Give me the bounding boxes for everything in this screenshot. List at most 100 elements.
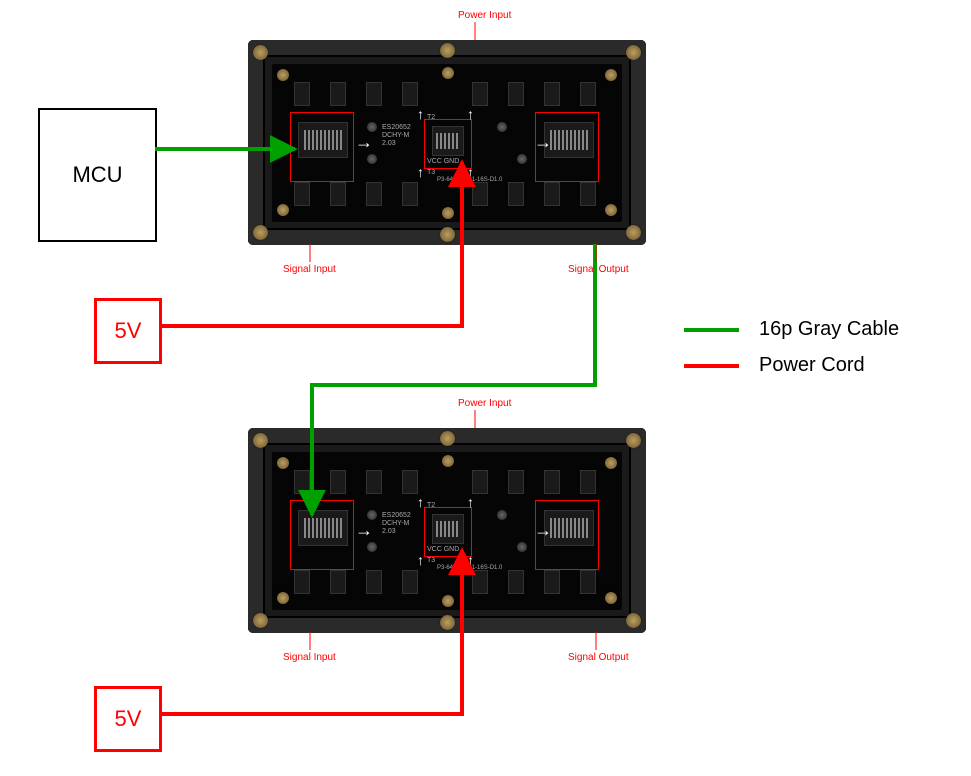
pcb-label-t2: T2 (427, 502, 435, 509)
ic-chip (472, 570, 488, 594)
pcb-mfr: DCHY-M (382, 132, 409, 139)
screw-icon (626, 45, 641, 60)
screw-icon (605, 592, 617, 604)
ic-chip (402, 182, 418, 206)
ic-chip (330, 82, 346, 106)
ic-chip (366, 182, 382, 206)
screw-icon (253, 433, 268, 448)
ic-chip (294, 82, 310, 106)
signal-input-highlight (290, 500, 354, 570)
arrow-right-icon: → (534, 520, 552, 541)
mcu-block: MCU (38, 108, 157, 242)
legend-green-text: 16p Gray Cable (759, 318, 899, 341)
pcb-label-t2: T2 (427, 114, 435, 121)
legend-row-green: 16p Gray Cable (684, 318, 899, 341)
arrow-up-icon: ↑ (417, 494, 424, 510)
screw-icon (277, 69, 289, 81)
pcb-2: → → ↑ ↑ ↑ ↑ T2 ES20652 DCHY-M 2.03 T3 VC… (272, 452, 622, 610)
ic-chip (402, 570, 418, 594)
power-supply-1: 5V (94, 298, 162, 364)
capacitor (367, 542, 377, 552)
screw-icon (440, 615, 455, 630)
ic-chip (544, 82, 560, 106)
ic-chip (508, 570, 524, 594)
screw-icon (440, 43, 455, 58)
signal-input-label-2: Signal Input (283, 652, 336, 663)
screw-icon (605, 204, 617, 216)
ic-chip (402, 82, 418, 106)
capacitor (367, 154, 377, 164)
pcb-1: → → ↑ ↑ ↑ ↑ T2 ES20652 DCHY-M 2.03 T3 VC… (272, 64, 622, 222)
screw-icon (277, 204, 289, 216)
signal-output-label-2: Signal Output (568, 652, 629, 663)
legend-green-line (684, 328, 739, 332)
screw-icon (605, 69, 617, 81)
screw-icon (277, 592, 289, 604)
capacitor (517, 154, 527, 164)
ic-chip (544, 570, 560, 594)
ic-chip (508, 470, 524, 494)
ic-chip (330, 182, 346, 206)
screw-icon (626, 433, 641, 448)
legend-red-line (684, 364, 739, 368)
capacitor (497, 510, 507, 520)
signal-input-highlight (290, 112, 354, 182)
screw-icon (440, 227, 455, 242)
pcb-pwr-pins: VCC GND (427, 158, 459, 165)
screw-icon (277, 457, 289, 469)
ic-chip (580, 82, 596, 106)
arrow-right-icon: → (355, 132, 373, 153)
ic-chip (366, 82, 382, 106)
arrow-right-icon: → (534, 132, 552, 153)
ic-chip (472, 470, 488, 494)
signal-output-label-1: Signal Output (568, 264, 629, 275)
pcb-label-t3: T3 (427, 557, 435, 564)
arrow-up-icon: ↑ (417, 552, 424, 568)
ic-chip (366, 570, 382, 594)
arrow-up-icon: ↑ (467, 494, 474, 510)
power-2-label: 5V (115, 706, 142, 732)
capacitor (367, 122, 377, 132)
screw-icon (605, 457, 617, 469)
ic-chip (580, 470, 596, 494)
screw-icon (442, 595, 454, 607)
pcb-label-t3: T3 (427, 169, 435, 176)
pcb-id: P3-6432-2121-16S-D1.0 (437, 177, 502, 183)
capacitor (367, 510, 377, 520)
ic-chip (508, 82, 524, 106)
ic-chip (580, 182, 596, 206)
signal-input-label-1: Signal Input (283, 264, 336, 275)
arrow-up-icon: ↑ (417, 106, 424, 122)
screw-icon (253, 225, 268, 240)
legend-row-red: Power Cord (684, 354, 865, 377)
ic-chip (294, 182, 310, 206)
ic-chip (580, 570, 596, 594)
ic-chip (330, 470, 346, 494)
pcb-id: P3-6432-2121-16S-D1.0 (437, 565, 502, 571)
ic-chip (544, 182, 560, 206)
arrow-up-icon: ↑ (467, 106, 474, 122)
screw-icon (626, 613, 641, 628)
pcb-mfr: 2.03 (382, 528, 396, 535)
legend-red-text: Power Cord (759, 354, 865, 377)
ic-chip (402, 470, 418, 494)
led-module-2: → → ↑ ↑ ↑ ↑ T2 ES20652 DCHY-M 2.03 T3 VC… (248, 428, 646, 633)
pcb-mfr: 2.03 (382, 140, 396, 147)
arrow-up-icon: ↑ (417, 164, 424, 180)
pcb-mfr: ES20652 (382, 512, 411, 519)
power-input-label-2: Power Input (458, 398, 511, 409)
pcb-mfr: ES20652 (382, 124, 411, 131)
ic-chip (294, 570, 310, 594)
ic-chip (294, 470, 310, 494)
screw-icon (253, 613, 268, 628)
power-supply-2: 5V (94, 686, 162, 752)
pcb-mfr: DCHY-M (382, 520, 409, 527)
power-input-label-1: Power Input (458, 10, 511, 21)
screw-icon (253, 45, 268, 60)
screw-icon (442, 455, 454, 467)
capacitor (517, 542, 527, 552)
ic-chip (472, 182, 488, 206)
power-1-label: 5V (115, 318, 142, 344)
screw-icon (442, 67, 454, 79)
ic-chip (330, 570, 346, 594)
